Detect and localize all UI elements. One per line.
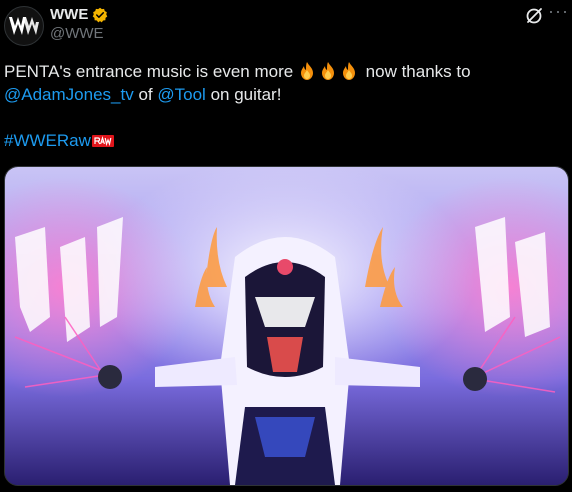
mention-link-tool[interactable]: @Tool [157, 85, 205, 104]
tweet-text-part: on guitar! [210, 85, 282, 104]
tweet-text-part: of [138, 85, 153, 104]
fire-emoji-icon [300, 62, 313, 80]
mention-link-adamjones[interactable]: @AdamJones_tv [4, 85, 134, 104]
tweet-line-hashtag: #WWERaw [4, 129, 564, 152]
video-frame-illustration [5, 167, 568, 485]
tweet-text: PENTA's entrance music is even more now … [4, 60, 564, 152]
author-name-row: WWE [50, 6, 108, 23]
avatar[interactable] [4, 6, 44, 46]
hashtag-link[interactable]: #WWERaw [4, 131, 91, 150]
wwe-logo-icon [9, 17, 39, 35]
tweet-line-2: @AdamJones_tv of @Tool on guitar! [4, 83, 564, 106]
fire-emoji-icon [342, 62, 355, 80]
raw-badge-icon [91, 135, 114, 147]
author-handle[interactable]: @WWE [50, 25, 104, 42]
tweet-media-video[interactable] [4, 166, 569, 486]
grok-icon[interactable] [524, 6, 544, 26]
fire-emoji-icon [321, 62, 334, 80]
verified-gold-badge-icon [93, 7, 108, 22]
fire-emoji-group [298, 62, 366, 81]
display-name[interactable]: WWE [50, 6, 88, 23]
tweet-text-part: now thanks to [365, 62, 471, 81]
more-options-button[interactable]: ··· [548, 2, 568, 25]
tweet-line-1: PENTA's entrance music is even more now … [4, 60, 564, 83]
tweet-text-part: PENTA's entrance music is even more [4, 62, 294, 81]
